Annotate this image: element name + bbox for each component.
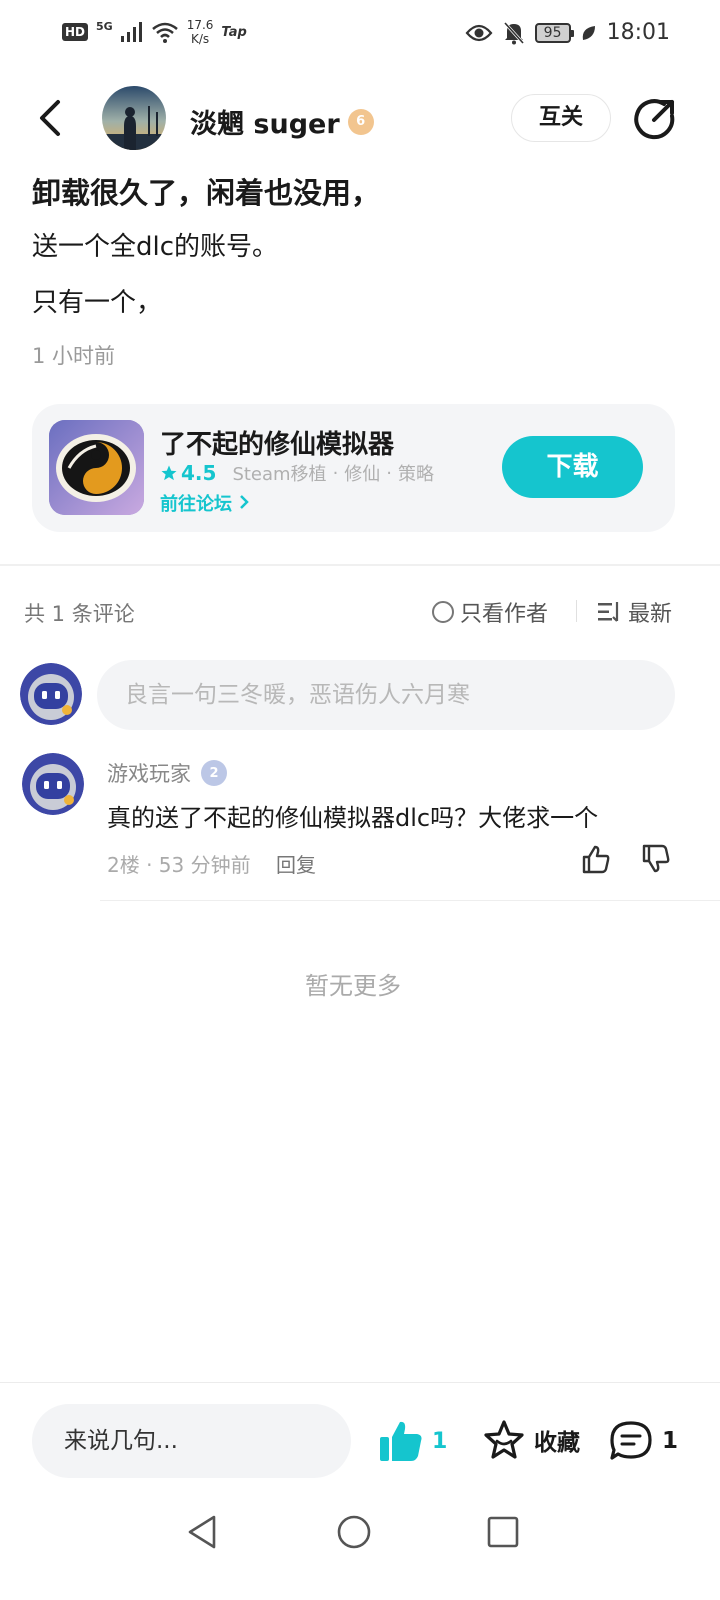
comment-bubble-icon bbox=[610, 1421, 652, 1460]
system-nav-bar bbox=[0, 1490, 720, 1600]
section-divider bbox=[0, 564, 720, 566]
comment-input[interactable]: 来说几句... bbox=[32, 1404, 351, 1478]
sort-icon bbox=[598, 602, 619, 622]
nav-back-icon[interactable] bbox=[186, 1514, 218, 1550]
no-more-label: 暂无更多 bbox=[305, 972, 401, 1000]
network-speed: 17.6 K/s bbox=[187, 18, 214, 46]
post-title: 卸载很久了，闲着也没用， bbox=[32, 176, 381, 210]
comment-button[interactable]: 1 bbox=[608, 1419, 678, 1463]
author-only-filter[interactable]: 只看作者 bbox=[432, 596, 548, 628]
sort-button[interactable]: 最新 bbox=[598, 596, 672, 628]
chevron-right-icon bbox=[240, 495, 250, 509]
speed-value: 17.6 bbox=[186, 18, 214, 32]
reply-input[interactable]: 良言一句三冬暖，恶语伤人六月寒 bbox=[97, 660, 675, 730]
download-button[interactable]: 下载 bbox=[502, 436, 643, 498]
tag-separator: · bbox=[386, 462, 393, 484]
commenter-name: 游戏玩家 bbox=[107, 762, 191, 786]
favorite-label: 收藏 bbox=[534, 1430, 580, 1456]
share-icon[interactable] bbox=[634, 98, 676, 140]
post-header: 淡魍 suger 6 互关 bbox=[0, 80, 720, 156]
author-name-row[interactable]: 淡魍 suger 6 bbox=[190, 102, 374, 141]
signal-icon bbox=[120, 22, 142, 42]
follow-button[interactable]: 互关 bbox=[511, 94, 611, 142]
comment-meta: 2楼 · 53 分钟前 bbox=[107, 853, 251, 877]
like-count: 1 bbox=[432, 1428, 448, 1454]
radio-icon bbox=[432, 601, 454, 623]
eye-icon bbox=[465, 24, 493, 41]
status-right: 95 18:01 bbox=[465, 20, 670, 45]
thumbs-up-filled-icon bbox=[380, 1421, 422, 1461]
game-rating: 4.5 bbox=[160, 461, 216, 485]
commenter-name-row[interactable]: 游戏玩家 2 bbox=[107, 758, 227, 788]
leaf-icon bbox=[582, 25, 595, 40]
thumbs-up-icon[interactable] bbox=[580, 843, 612, 875]
forum-link-label: 前往论坛 bbox=[160, 494, 232, 515]
tag-separator: · bbox=[332, 462, 339, 484]
game-tag: 修仙 bbox=[344, 464, 381, 485]
commenter-level: 2 bbox=[209, 765, 219, 781]
network-type: 5G bbox=[96, 19, 113, 33]
my-avatar[interactable] bbox=[20, 663, 82, 725]
bottom-divider bbox=[0, 1382, 720, 1383]
game-icon[interactable] bbox=[49, 420, 144, 515]
nav-home-icon[interactable] bbox=[336, 1514, 372, 1550]
post-content-line-2: 只有一个， bbox=[32, 288, 163, 318]
status-left: HD 5G 17.6 K/s Tap bbox=[62, 18, 247, 46]
star-icon bbox=[161, 465, 177, 481]
tap-app-icon: Tap bbox=[221, 24, 247, 40]
sort-label: 最新 bbox=[628, 602, 673, 627]
post-time: 1 小时前 bbox=[32, 344, 116, 368]
author-level-badge: 6 bbox=[347, 108, 374, 135]
game-meta: 4.5 Steam移植 · 修仙 · 策略 bbox=[160, 460, 434, 486]
game-tag: Steam移植 bbox=[232, 464, 327, 485]
game-card[interactable]: 了不起的修仙模拟器 4.5 Steam移植 · 修仙 · 策略 前往论坛 下载 bbox=[32, 404, 675, 532]
thumbs-down-icon[interactable] bbox=[640, 843, 672, 875]
speed-unit: K/s bbox=[190, 32, 210, 46]
back-icon[interactable] bbox=[36, 98, 64, 138]
filter-separator bbox=[576, 600, 577, 622]
game-tag: 策略 bbox=[398, 464, 435, 485]
favorite-button[interactable]: 收藏 bbox=[482, 1418, 580, 1462]
battery-indicator: 95 bbox=[534, 22, 574, 43]
comment-count: 共 1 条评论 bbox=[24, 602, 135, 626]
author-avatar[interactable] bbox=[102, 86, 166, 150]
game-name[interactable]: 了不起的修仙模拟器 bbox=[160, 424, 394, 461]
comment-text[interactable]: 真的送了不起的修仙模拟器dlc吗？大佬求一个 bbox=[107, 798, 598, 833]
author-name: 淡魍 suger bbox=[190, 109, 340, 140]
star-outline-icon bbox=[484, 1420, 524, 1459]
bell-muted-icon bbox=[503, 21, 524, 44]
commenter-avatar[interactable] bbox=[22, 753, 84, 815]
author-level: 6 bbox=[356, 114, 366, 129]
comment-count-bottom: 1 bbox=[662, 1428, 679, 1454]
comment-divider bbox=[100, 900, 720, 901]
nav-recents-icon[interactable] bbox=[487, 1516, 519, 1548]
status-bar: HD 5G 17.6 K/s Tap 95 18:01 bbox=[0, 0, 720, 72]
forum-link[interactable]: 前往论坛 bbox=[160, 490, 250, 516]
comment-reply-button[interactable]: 回复 bbox=[276, 849, 316, 878]
wifi-icon bbox=[151, 22, 178, 43]
post-content-line-1: 送一个全dlc的账号。 bbox=[32, 232, 279, 262]
like-button[interactable]: 1 bbox=[378, 1419, 447, 1463]
commenter-level-badge: 2 bbox=[201, 760, 227, 786]
author-only-label: 只看作者 bbox=[460, 602, 549, 627]
rating-value: 4.5 bbox=[181, 461, 217, 485]
hd-indicator: HD bbox=[62, 23, 89, 41]
clock: 18:01 bbox=[606, 20, 670, 45]
